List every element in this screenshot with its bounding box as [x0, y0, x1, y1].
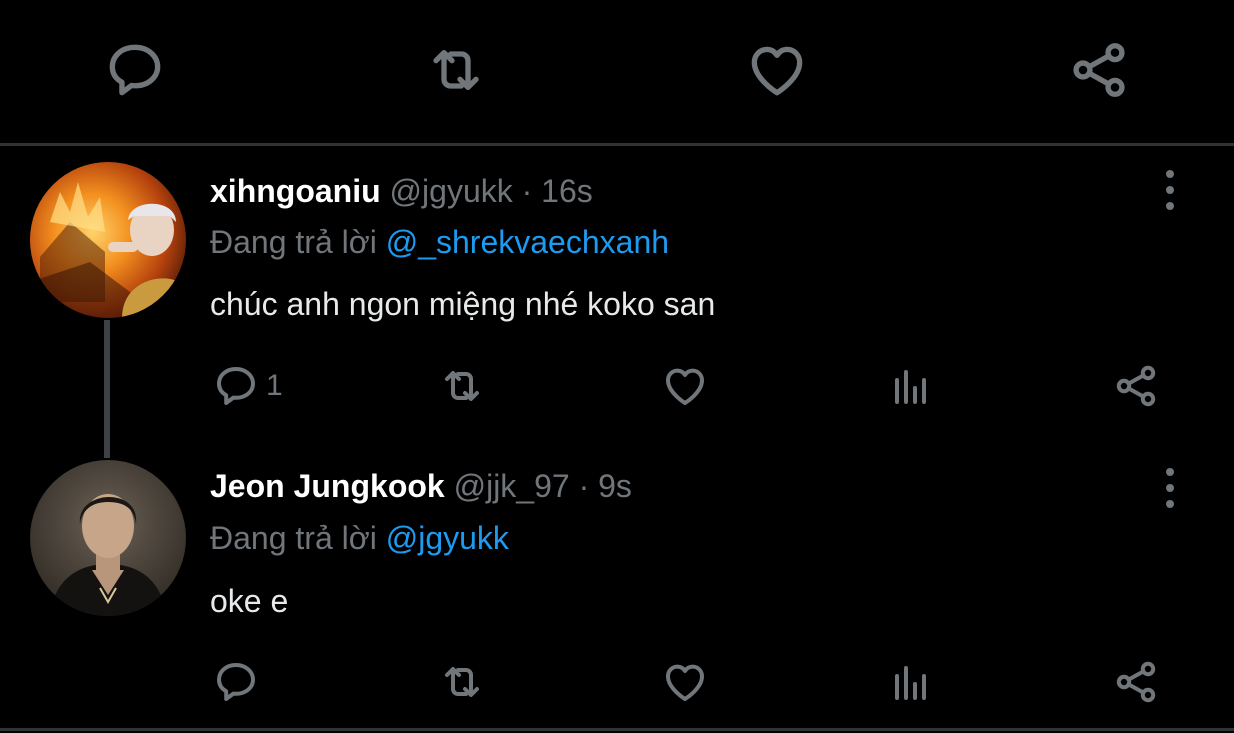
reply-button[interactable]: 1 — [212, 362, 283, 410]
views-button[interactable] — [887, 362, 935, 410]
comment-icon — [212, 362, 260, 410]
like-button[interactable] — [661, 362, 709, 410]
reply-tweet: xihngoaniu @jgyukk · 16s Đang trả lời @_… — [0, 150, 1234, 440]
divider — [0, 728, 1234, 731]
user-handle[interactable]: @jjk_97 — [454, 468, 570, 504]
retweet-button[interactable] — [438, 362, 486, 410]
reply-tweet: Jeon Jungkook @jjk_97 · 9s Đang trả lời … — [0, 440, 1234, 730]
more-options-button[interactable] — [1158, 168, 1182, 212]
heart-icon — [661, 362, 709, 410]
views-button[interactable] — [887, 658, 935, 706]
share-icon — [1067, 38, 1131, 102]
avatar-burning-house-icon — [30, 162, 186, 318]
reply-count: 1 — [266, 369, 283, 402]
heart-icon — [661, 658, 709, 706]
reply-button[interactable] — [212, 658, 266, 706]
retweet-icon — [424, 38, 488, 102]
avatar-portrait-icon — [30, 460, 186, 616]
share-icon — [1112, 362, 1160, 410]
reply-button[interactable] — [103, 38, 167, 102]
retweet-icon — [438, 658, 486, 706]
more-vertical-icon — [1158, 466, 1182, 510]
user-handle[interactable]: @jgyukk — [390, 173, 513, 209]
display-name[interactable]: xihngoaniu — [210, 173, 381, 209]
tweet-text: oke e — [210, 583, 289, 619]
stats-icon — [887, 362, 935, 410]
mention-link[interactable]: @jgyukk — [386, 520, 509, 556]
tweet-text: chúc anh ngon miệng nhé koko san — [210, 286, 716, 322]
replying-to-label: Đang trả lời — [210, 520, 377, 556]
share-button[interactable] — [1112, 658, 1160, 706]
like-button[interactable] — [661, 658, 709, 706]
avatar[interactable] — [30, 162, 186, 318]
stats-icon — [887, 658, 935, 706]
timestamp[interactable]: 9s — [598, 468, 632, 504]
replying-to: Đang trả lời @jgyukk — [210, 520, 509, 557]
separator-dot: · — [578, 468, 590, 504]
timestamp[interactable]: 16s — [541, 173, 593, 209]
share-button[interactable] — [1112, 362, 1160, 410]
retweet-button[interactable] — [438, 658, 486, 706]
retweet-button[interactable] — [424, 38, 488, 102]
more-vertical-icon — [1158, 168, 1182, 212]
comment-icon — [212, 658, 260, 706]
divider — [0, 143, 1234, 146]
heart-icon — [745, 38, 809, 102]
separator-dot: · — [521, 173, 533, 209]
share-icon — [1112, 658, 1160, 706]
more-options-button[interactable] — [1158, 466, 1182, 510]
mention-link[interactable]: @_shrekvaechxanh — [386, 224, 669, 260]
display-name[interactable]: Jeon Jungkook — [210, 468, 445, 504]
retweet-icon — [438, 362, 486, 410]
avatar[interactable] — [30, 460, 186, 616]
replying-to-label: Đang trả lời — [210, 224, 377, 260]
share-button[interactable] — [1067, 38, 1131, 102]
like-button[interactable] — [745, 38, 809, 102]
comment-icon — [103, 38, 167, 102]
tweet-action-bar — [0, 0, 1234, 143]
replying-to: Đang trả lời @_shrekvaechxanh — [210, 224, 669, 261]
